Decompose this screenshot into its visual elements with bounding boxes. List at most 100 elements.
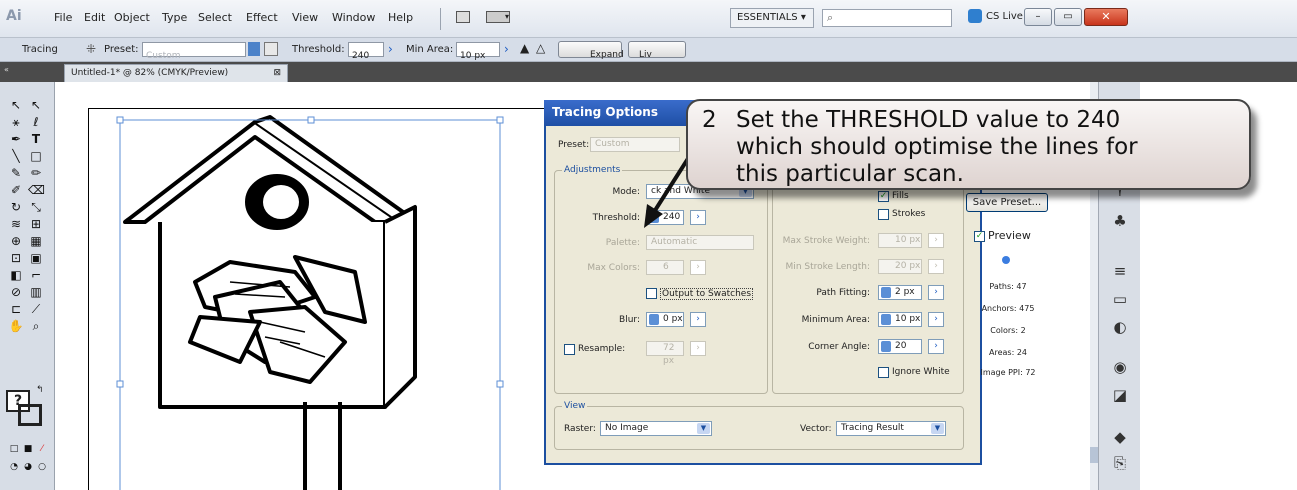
menu-view[interactable]: View bbox=[292, 11, 318, 24]
brushes-icon[interactable]: ♣ bbox=[1109, 212, 1131, 232]
draw-inside-icon[interactable]: ○ bbox=[34, 460, 50, 474]
paintbrush-tool-icon[interactable]: ✎ bbox=[8, 166, 24, 180]
mesh-tool-icon[interactable]: ▣ bbox=[28, 251, 44, 265]
none-mode-icon[interactable]: ⁄ bbox=[34, 442, 50, 456]
help-search-input[interactable]: ⌕ bbox=[822, 9, 952, 27]
menu-edit[interactable]: Edit bbox=[84, 11, 105, 24]
type-tool-icon[interactable]: T bbox=[28, 132, 44, 146]
blend-tool-icon[interactable]: ⊘ bbox=[8, 285, 24, 299]
min-area-field[interactable]: 10 px bbox=[456, 42, 500, 61]
path-fitting-arrow[interactable]: › bbox=[928, 285, 944, 300]
menu-help[interactable]: Help bbox=[388, 11, 413, 24]
magic-wand-icon[interactable]: ⚹ bbox=[8, 115, 24, 129]
layers-icon[interactable]: ◆ bbox=[1109, 428, 1131, 448]
vector-select[interactable]: Tracing Result ▼ bbox=[836, 421, 946, 436]
zoom-tool-icon[interactable]: ⌕ bbox=[28, 319, 44, 333]
rotate-tool-icon[interactable]: ↻ bbox=[8, 200, 24, 214]
transparency-panel-icon[interactable]: ◐ bbox=[1109, 318, 1131, 338]
preset-select[interactable]: Custom bbox=[142, 42, 246, 61]
cslive-button[interactable]: CS Live bbox=[986, 11, 1023, 22]
fills-checkbox[interactable]: ✓ bbox=[878, 191, 889, 202]
path-fitting-input[interactable]: 2 px bbox=[878, 285, 922, 300]
warp-tool-icon[interactable]: ≋ bbox=[8, 217, 24, 231]
eraser-tool-icon[interactable]: ⌫ bbox=[28, 183, 45, 197]
gradient-panel-icon[interactable]: ▭ bbox=[1109, 290, 1131, 310]
resample-arrow-button[interactable]: › bbox=[690, 341, 706, 356]
stroke-panel-icon[interactable]: ≡ bbox=[1109, 262, 1131, 282]
pen-tool-icon[interactable]: ✒ bbox=[8, 132, 24, 146]
live-paint-tool-icon[interactable]: ▦ bbox=[28, 234, 44, 248]
menu-file[interactable]: File bbox=[54, 11, 72, 24]
free-transform-tool-icon[interactable]: ⊞ bbox=[28, 217, 44, 231]
workspace-switcher[interactable]: ESSENTIALS ▾ bbox=[730, 8, 814, 28]
menu-select[interactable]: Select bbox=[198, 11, 232, 24]
swap-colors-icon[interactable]: ↰ bbox=[36, 385, 44, 395]
line-tool-icon[interactable]: ╲ bbox=[8, 149, 24, 163]
raster-select[interactable]: No Image ▼ bbox=[600, 421, 712, 436]
minimum-area-input[interactable]: 10 px bbox=[878, 312, 922, 327]
hand-tool-icon[interactable]: ✋ bbox=[8, 319, 24, 333]
corner-angle-spinner-icon[interactable] bbox=[881, 341, 891, 352]
slice-tool-icon[interactable]: ⟋ bbox=[28, 302, 44, 316]
perspective-grid-tool-icon[interactable]: ⊡ bbox=[8, 251, 24, 265]
blur-arrow-button[interactable]: › bbox=[690, 312, 706, 327]
minimum-area-spinner-icon[interactable] bbox=[881, 314, 891, 325]
resample-checkbox[interactable] bbox=[564, 344, 575, 355]
lasso-tool-icon[interactable]: ℓ bbox=[28, 115, 44, 129]
scroll-thumb[interactable] bbox=[1090, 447, 1098, 463]
resample-input[interactable]: 72 px bbox=[646, 341, 684, 366]
max-colors-input[interactable]: 6 bbox=[646, 260, 684, 275]
appearance-panel-icon[interactable]: ◉ bbox=[1109, 358, 1131, 378]
bridge-icon[interactable] bbox=[456, 11, 470, 23]
menu-object[interactable]: Object bbox=[114, 11, 150, 24]
menu-effect[interactable]: Effect bbox=[246, 11, 278, 24]
threshold-arrow-icon[interactable]: › bbox=[388, 42, 393, 56]
max-colors-arrow-button[interactable]: › bbox=[690, 260, 706, 275]
shape-builder-tool-icon[interactable]: ⊕ bbox=[8, 234, 24, 248]
close-button[interactable]: ✕ bbox=[1084, 8, 1128, 26]
min-stroke-length-arrow[interactable]: › bbox=[928, 259, 944, 274]
eyedropper-tool-icon[interactable]: ⌐ bbox=[28, 268, 44, 282]
save-preset-button[interactable]: Save Preset... bbox=[966, 193, 1048, 212]
pencil-tool-icon[interactable]: ✏ bbox=[28, 166, 44, 180]
corner-angle-input[interactable]: 20 bbox=[878, 339, 922, 354]
direct-selection-tool-icon[interactable]: ↖ bbox=[28, 98, 44, 112]
tracing-options-icon[interactable] bbox=[264, 42, 278, 56]
artboards-panel-icon[interactable]: ⎘ bbox=[1109, 454, 1131, 474]
min-area-arrow-icon[interactable]: › bbox=[504, 42, 509, 56]
scale-tool-icon[interactable]: ⤡ bbox=[28, 200, 44, 214]
minimum-area-arrow[interactable]: › bbox=[928, 312, 944, 327]
preview-checkbox[interactable]: ✓ bbox=[974, 231, 985, 242]
path-fitting-spinner-icon[interactable] bbox=[881, 287, 891, 298]
panel-collapse-icon[interactable]: « bbox=[4, 65, 9, 74]
ignore-white-checkbox[interactable] bbox=[878, 367, 889, 378]
live-paint-button[interactable]: Liv bbox=[628, 41, 686, 60]
blur-spinner-icon[interactable] bbox=[649, 314, 659, 325]
document-tab[interactable]: Untitled-1* @ 82% (CMYK/Preview) ⊠ bbox=[64, 64, 288, 82]
selection-tool-icon[interactable]: ↖ bbox=[8, 98, 24, 112]
threshold-field[interactable]: 240 bbox=[348, 42, 384, 61]
blob-brush-tool-icon[interactable]: ✐ bbox=[8, 183, 24, 197]
maximize-button[interactable]: ▭ bbox=[1054, 8, 1082, 26]
minimize-button[interactable]: – bbox=[1024, 8, 1052, 26]
gradient-tool-icon[interactable]: ◧ bbox=[8, 268, 24, 282]
preset-dropdown-icon[interactable] bbox=[248, 42, 260, 56]
strokes-checkbox[interactable] bbox=[878, 209, 889, 220]
max-stroke-weight-input[interactable]: 10 px bbox=[878, 233, 922, 248]
corner-angle-arrow[interactable]: › bbox=[928, 339, 944, 354]
arrange-documents-icon[interactable]: ▾ bbox=[486, 11, 510, 23]
expand-button[interactable]: Expand bbox=[558, 41, 624, 60]
rectangle-tool-icon[interactable]: □ bbox=[28, 149, 44, 163]
min-stroke-length-input[interactable]: 20 px bbox=[878, 259, 922, 274]
stroke-color-icon[interactable] bbox=[18, 404, 42, 426]
menu-type[interactable]: Type bbox=[162, 11, 187, 24]
max-stroke-weight-arrow[interactable]: › bbox=[928, 233, 944, 248]
graphic-styles-icon[interactable]: ◪ bbox=[1109, 386, 1131, 406]
palette-select[interactable]: Automatic bbox=[646, 235, 754, 250]
graph-tool-icon[interactable]: ▥ bbox=[28, 285, 44, 299]
menu-window[interactable]: Window bbox=[332, 11, 375, 24]
artboard-tool-icon[interactable]: ⊏ bbox=[8, 302, 24, 316]
blur-input[interactable]: 0 px bbox=[646, 312, 684, 327]
close-tab-icon[interactable]: ⊠ bbox=[273, 65, 281, 81]
output-swatches-checkbox[interactable] bbox=[646, 288, 657, 299]
